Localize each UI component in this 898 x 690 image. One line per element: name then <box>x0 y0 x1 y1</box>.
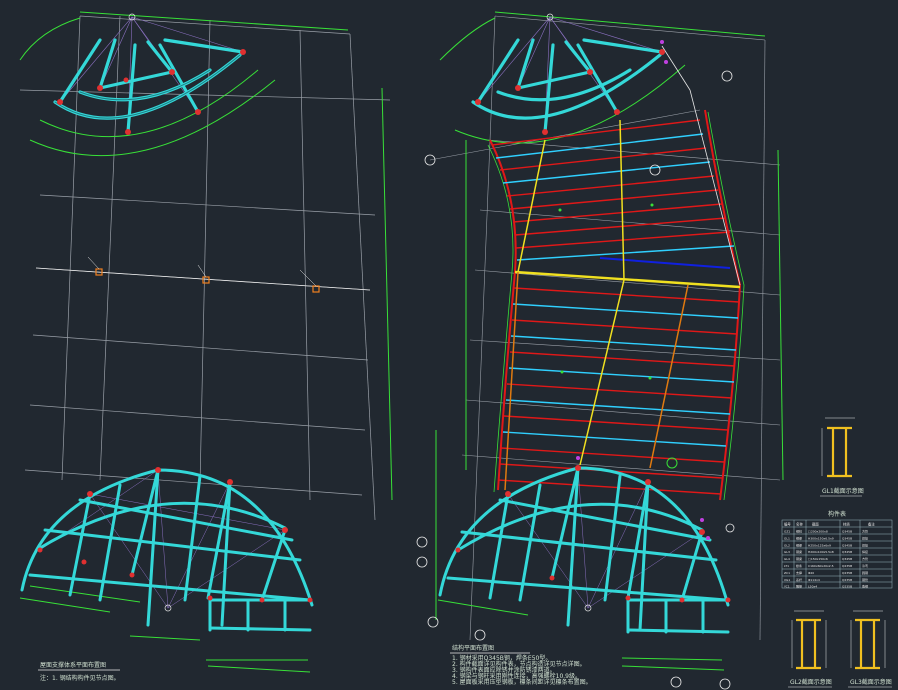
table-cell: □150x150x6 <box>808 557 828 561</box>
table-cell: Q345B <box>842 557 852 561</box>
table-cell: 檩条 <box>796 563 802 568</box>
table-cell: H200x100x5.5x8 <box>808 550 834 554</box>
left-frame-lines <box>19 15 391 521</box>
table-cell: 钢梁 <box>796 542 802 547</box>
right-title-block: 结构平面布置图 1. 钢材采用Q345B钢，焊条E50型。 2. 构件截面详见构… <box>450 644 592 686</box>
left-mid-nodes <box>35 256 371 293</box>
table-cell: Φ114x4 <box>808 578 820 582</box>
table-cell: 隅撑 <box>796 584 802 589</box>
table-cell: GL3 <box>784 550 790 554</box>
detail-gl2-caption: GL2截面示意图 <box>790 678 832 686</box>
table-cell: 支撑 <box>796 570 802 575</box>
table-header-cell: 备注 <box>868 522 875 527</box>
table-cell: GZ1 <box>784 530 790 534</box>
table-cell: 方管 <box>862 556 868 561</box>
table-cell: Q235B <box>842 564 852 568</box>
right-top-fan <box>471 13 668 135</box>
right-bottom-dome <box>438 456 731 634</box>
table-cell: 钢梁 <box>796 549 802 554</box>
table-cell: Q345B <box>842 550 852 554</box>
table-cell: 系杆 <box>796 577 802 582</box>
table-cell: 钢柱 <box>796 529 802 534</box>
left-top-fan <box>53 13 246 135</box>
table-cell: XG1 <box>784 578 790 582</box>
table-cell: □200x200x8 <box>808 530 828 534</box>
table-cell: C160x60x20x2.5 <box>808 564 834 568</box>
table-cell: 焊接 <box>862 549 868 554</box>
table-cell: H300x150x6.5x9 <box>808 536 834 540</box>
table-rows: GZ1 钢柱 □200x200x8 Q345B 方管 GL1 钢梁 H300x150x6.5x… <box>784 529 868 589</box>
right-plan-title: 结构平面布置图 <box>452 644 494 652</box>
detail-gl1-caption: GL1截面示意图 <box>822 487 864 495</box>
left-title-block: 屋面支撑体系平面布置图 注：1. 钢结构构件见节点图。 <box>38 661 120 682</box>
left-plan <box>19 11 393 673</box>
table-header-cell: 材质 <box>843 522 850 527</box>
left-plan-note: 注：1. 钢结构构件见节点图。 <box>40 674 120 682</box>
table-cell: Q235B <box>842 585 852 589</box>
right-plan-note-5: 5. 屋面板采用压型钢板，檩条间距详见檩条布置图。 <box>452 678 592 686</box>
table-cell: LT1 <box>784 564 789 568</box>
right-transverse-beams <box>491 119 741 495</box>
table-cell: 钢梁 <box>796 556 802 561</box>
cad-drawing-canvas: 屋面支撑体系平面布置图 注：1. 钢结构构件见节点图。 结构平面布置图 1. 钢… <box>19 11 893 690</box>
table-cell: 钢梁 <box>796 535 802 540</box>
table-cell: 方管 <box>862 529 868 534</box>
table-cell: 焊接 <box>862 535 868 540</box>
left-plan-title: 屋面支撑体系平面布置图 <box>40 661 106 669</box>
table-cell: Q345B <box>842 530 852 534</box>
table-cell: ZC1 <box>784 571 790 575</box>
table-cell: YC1 <box>784 585 790 589</box>
table-cell: H250x125x6x9 <box>808 543 831 547</box>
table-cell: Φ20 <box>808 571 814 575</box>
table-cell: 冷弯 <box>862 563 868 568</box>
member-table: 构件表 编号 名称 截面 材质 备注 GZ1 钢柱 □200x200x8 Q345B 方… <box>781 510 893 589</box>
table-header-cell: 编号 <box>784 522 791 527</box>
table-cell: 钢管 <box>862 577 868 582</box>
table-cell: 焊接 <box>862 542 868 547</box>
table-header-cell: 名称 <box>796 522 803 527</box>
table-cell: GL1 <box>784 536 790 540</box>
table-cell: GL2 <box>784 543 790 547</box>
detail-gl3: GL3截面示意图 <box>848 610 892 688</box>
table-cell: 圆钢 <box>862 570 868 575</box>
detail-gl1: GL1截面示意图 <box>820 417 864 497</box>
table-cell: Q345B <box>842 536 852 540</box>
table-cell: L50x4 <box>808 585 817 589</box>
table-cell: Q235B <box>842 578 852 582</box>
member-table-title: 构件表 <box>828 510 846 518</box>
detail-gl2: GL2截面示意图 <box>788 610 832 688</box>
right-plan <box>416 11 784 690</box>
detail-gl3-caption: GL3截面示意图 <box>850 678 892 686</box>
table-cell: 角钢 <box>862 584 868 589</box>
table-cell: Q345B <box>842 543 852 547</box>
table-header-cell: 截面 <box>812 522 819 527</box>
table-cell: Q235B <box>842 571 852 575</box>
table-cell: GL4 <box>784 557 790 561</box>
